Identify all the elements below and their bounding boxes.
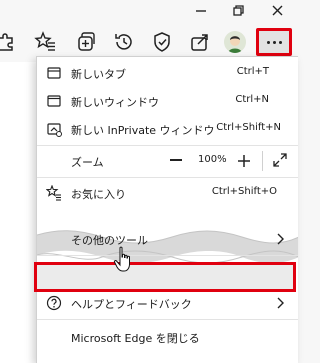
zoom-level: 100% (198, 154, 227, 165)
chevron-right-icon (275, 233, 285, 245)
menu-item-new-inprivate[interactable]: 新しい InPrivate ウィンドウ Ctrl+Shift+N (37, 115, 298, 143)
shortcut-label: Ctrl+Shift+O (211, 186, 277, 197)
inprivate-icon (46, 121, 62, 137)
settings-highlight (34, 262, 296, 292)
menu-item-label: 新しい InPrivate ウィンドウ (71, 124, 215, 137)
zoom-divider (262, 151, 263, 171)
new-tab-icon (46, 65, 62, 81)
share-icon[interactable] (188, 30, 212, 54)
menu-divider (37, 177, 298, 178)
title-bar (0, 0, 298, 22)
menu-item-new-tab[interactable]: 新しいタブ Ctrl+T (37, 59, 298, 87)
browser-essentials-icon[interactable] (150, 30, 174, 54)
mouse-cursor-icon (113, 246, 133, 274)
shortcut-label: Ctrl+T (236, 66, 269, 77)
settings-and-more-button[interactable] (256, 28, 292, 56)
history-icon[interactable] (112, 30, 136, 54)
chevron-right-icon (275, 297, 285, 309)
menu-divider (37, 145, 298, 146)
collections-icon[interactable] (74, 30, 98, 54)
more-dots-icon (266, 40, 282, 44)
menu-divider (37, 255, 298, 256)
help-icon (46, 295, 62, 311)
menu-item-label: 新しいウィンドウ (71, 96, 159, 109)
close-icon[interactable] (267, 2, 289, 20)
favorites-icon[interactable] (34, 30, 58, 54)
favorites-list-icon (45, 184, 62, 201)
minimize-icon[interactable] (190, 2, 212, 20)
menu-item-label: 新しいタブ (71, 68, 126, 81)
shortcut-label: Ctrl+N (235, 94, 269, 105)
menu-item-favorites[interactable]: お気に入り Ctrl+Shift+O (37, 179, 298, 207)
zoom-out-icon[interactable] (170, 159, 182, 161)
menu-item-label: ヘルプとフィードバック (71, 298, 192, 311)
menu-item-label: Microsoft Edge を閉じる (71, 332, 200, 345)
zoom-in-icon[interactable] (237, 154, 251, 168)
restore-icon[interactable] (227, 2, 249, 20)
menu-item-label: お気に入り (71, 188, 126, 201)
shortcut-label: Ctrl+Shift+N (216, 122, 281, 133)
menu-item-help-feedback[interactable]: ヘルプとフィードバック (37, 289, 298, 317)
menu-item-more-tools[interactable]: その他のツール (37, 225, 298, 253)
menu-item-close-edge[interactable]: Microsoft Edge を閉じる (37, 323, 298, 351)
menu-item-label: ズーム (71, 156, 104, 169)
menu-divider (37, 319, 298, 320)
new-window-icon (46, 93, 62, 109)
menu-item-new-window[interactable]: 新しいウィンドウ Ctrl+N (37, 87, 298, 115)
extensions-icon[interactable] (0, 30, 18, 54)
menu-item-zoom: ズーム 100% (37, 147, 298, 175)
avatar[interactable] (224, 31, 246, 53)
fullscreen-icon[interactable] (273, 153, 287, 167)
menu-item-label: その他のツール (71, 234, 148, 247)
settings-menu: 新しいタブ Ctrl+T 新しいウィンドウ Ctrl+N 新しい InPriva… (36, 56, 298, 363)
